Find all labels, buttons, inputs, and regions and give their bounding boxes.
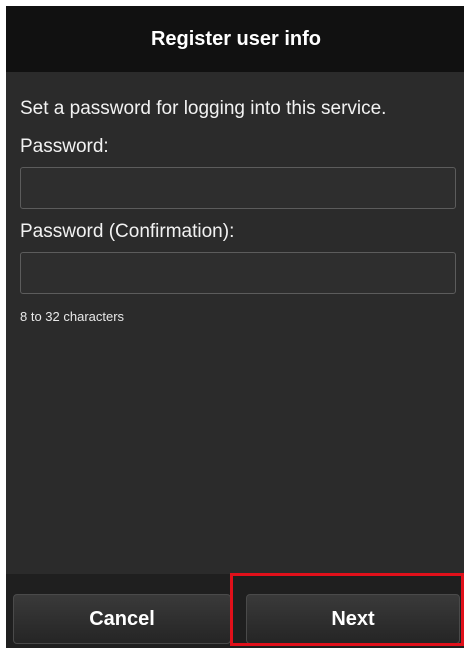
cancel-button[interactable]: Cancel: [13, 594, 231, 644]
password-input[interactable]: [20, 167, 456, 209]
password-confirmation-input[interactable]: [20, 252, 456, 294]
title-bar: Register user info: [6, 6, 464, 72]
next-button[interactable]: Next: [246, 594, 460, 644]
password-length-hint: 8 to 32 characters: [20, 309, 125, 324]
register-user-info-screen: Register user info Set a password for lo…: [6, 6, 464, 648]
form-content: Set a password for logging into this ser…: [20, 96, 456, 325]
password-label: Password:: [20, 136, 109, 157]
password-confirmation-label: Password (Confirmation):: [20, 221, 235, 242]
app-frame: Register user info Set a password for lo…: [0, 0, 464, 648]
page-title: Register user info: [150, 27, 322, 50]
instruction-text: Set a password for logging into this ser…: [20, 98, 387, 119]
button-bar: Cancel Next: [6, 574, 464, 648]
